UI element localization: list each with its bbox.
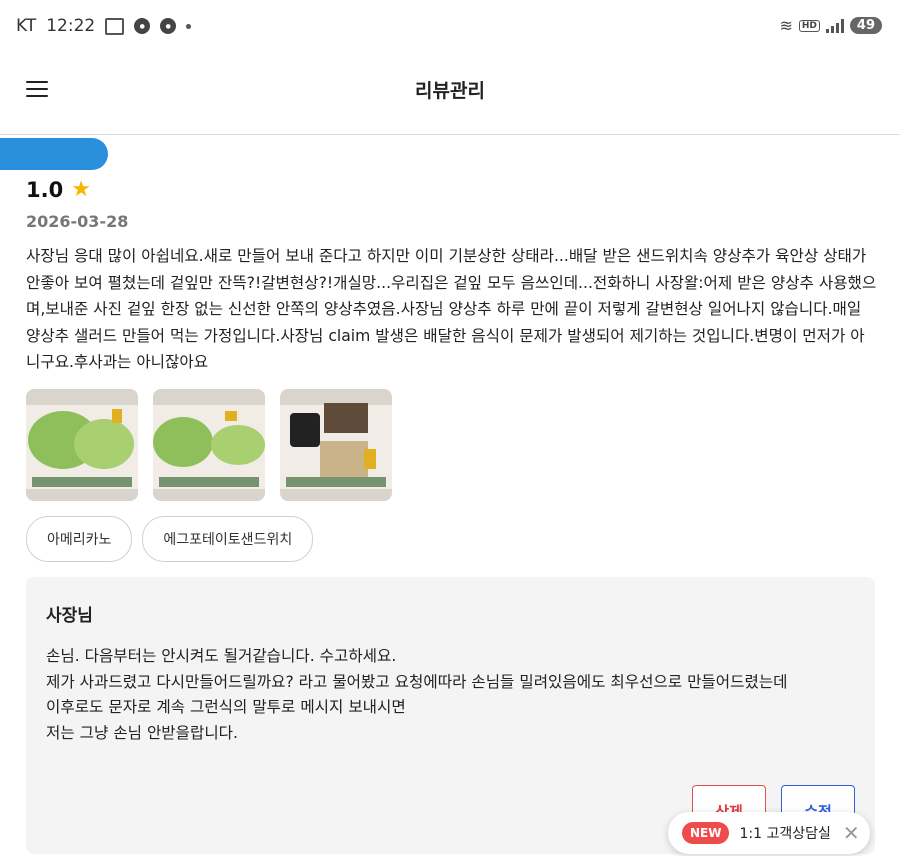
review-text: 사장님 응대 많이 아쉽네요.새로 만들어 보내 준다고 하지만 이미 기분상한… bbox=[26, 247, 877, 371]
carrier: KT bbox=[16, 16, 37, 36]
new-badge: NEW bbox=[682, 822, 730, 844]
signal-icon bbox=[825, 18, 844, 33]
menu-tag[interactable]: 아메리카노 bbox=[26, 516, 133, 562]
review-photo[interactable] bbox=[280, 389, 392, 501]
redacted-author-name bbox=[0, 138, 108, 170]
star-icon: ★ bbox=[71, 177, 91, 202]
wifi-icon: ≋ bbox=[779, 16, 793, 35]
owner-reply-title: 사장님 bbox=[46, 606, 93, 626]
review-photo[interactable] bbox=[153, 389, 265, 501]
customer-support-chat-button[interactable]: NEW 1:1 고객상담실 ✕ bbox=[668, 812, 870, 854]
review-photos bbox=[26, 389, 392, 501]
close-icon[interactable]: ✕ bbox=[843, 821, 860, 845]
more-notifications-icon bbox=[186, 23, 192, 29]
page-title: 리뷰관리 bbox=[415, 80, 485, 102]
screenshot-icon bbox=[105, 17, 125, 35]
rating: 1.0 ★ bbox=[26, 178, 91, 202]
review-photo[interactable] bbox=[26, 389, 138, 501]
status-bar: KT 12:22 ● ● ≋ HD 49 bbox=[0, 0, 900, 54]
hd-voice-icon: HD bbox=[798, 19, 820, 32]
menu-tags: 아메리카노 에그포테이토샌드위치 bbox=[26, 516, 314, 562]
clock: 12:22 bbox=[46, 16, 96, 36]
battery-indicator: 49 bbox=[849, 17, 882, 34]
menu-tag[interactable]: 에그포테이토샌드위치 bbox=[142, 516, 314, 562]
chat-label: 1:1 고객상담실 bbox=[739, 826, 831, 842]
review-date: 2026-03-28 bbox=[26, 212, 129, 231]
owner-reply-text: 손님. 다음부터는 안시켜도 될거같습니다. 수고하세요. 제가 사과드렸고 다… bbox=[46, 647, 788, 742]
rating-value: 1.0 bbox=[26, 178, 64, 202]
app-notification-icon: ● bbox=[134, 18, 151, 34]
app-bar: 리뷰관리 bbox=[0, 54, 900, 135]
app-notification-icon: ● bbox=[160, 18, 177, 34]
